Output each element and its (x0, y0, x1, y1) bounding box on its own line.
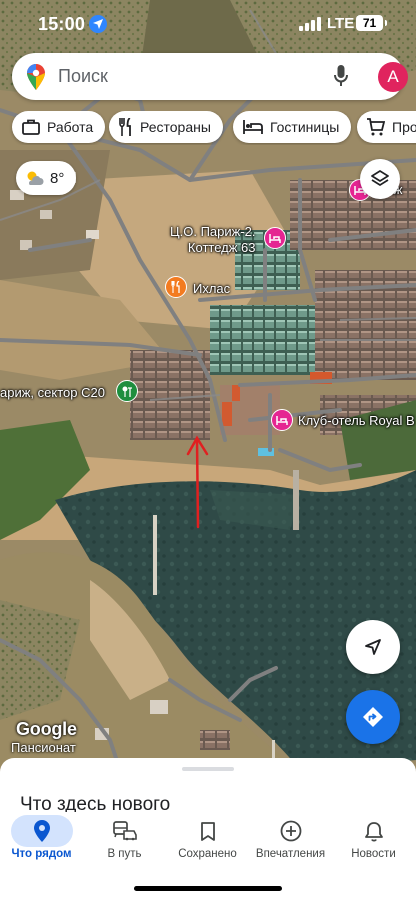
bookmark-icon (200, 821, 215, 841)
location-pin-icon (33, 820, 50, 842)
partly-cloudy-icon (27, 171, 44, 185)
hotel-pin-icon[interactable] (271, 409, 293, 431)
layers-button[interactable] (360, 159, 400, 199)
avatar[interactable]: A (378, 62, 408, 92)
bell-icon (364, 821, 383, 842)
nav-commute-label: В путь (107, 848, 142, 860)
nav-contribute-label: Впечатления (255, 848, 326, 860)
nav-saved[interactable]: Сохранено (166, 812, 249, 868)
weather-chip[interactable]: 8° (16, 161, 76, 195)
commute-icon (112, 821, 137, 841)
map-label-club-hotel: Клуб-отель Royal B (298, 413, 415, 428)
hotel-pin-icon[interactable] (264, 227, 286, 249)
map-label-paris-cottage: Ц.О. Париж-2. Коттедж 63 (170, 224, 256, 256)
home-indicator[interactable] (134, 886, 282, 891)
directions-icon (363, 707, 383, 727)
signal-icon (299, 17, 321, 31)
chip-groceries[interactable]: Продукты (357, 111, 416, 143)
search-input[interactable] (58, 61, 308, 91)
chip-hotels-label: Гостиницы (270, 119, 340, 135)
chip-restaurants[interactable]: Рестораны (109, 111, 223, 143)
nav-contribute[interactable]: Впечатления (249, 812, 332, 868)
map-label-paris-cottage-line2: Коттедж 63 (187, 240, 256, 255)
chip-restaurants-label: Рестораны (140, 119, 211, 135)
directions-button[interactable] (346, 690, 400, 744)
category-chips: Работа Рестораны Гостиницы Продукты (0, 111, 416, 145)
status-time: 15:00 (38, 14, 86, 34)
google-attribution: Google (16, 719, 77, 739)
briefcase-icon (22, 119, 40, 135)
cart-icon (367, 118, 385, 136)
park-pin-icon[interactable] (116, 380, 138, 402)
navigation-arrow-icon (365, 639, 381, 655)
maps-pin-logo-icon (27, 64, 45, 90)
chip-work[interactable]: Работа (12, 111, 106, 143)
chip-work-label: Работа (47, 119, 94, 135)
network-type: LTE (327, 15, 355, 32)
map-label-paris-cottage-line1: Ц.О. Париж-2. (170, 224, 256, 239)
mic-icon[interactable] (334, 65, 348, 87)
chip-hotels[interactable]: Гостиницы (233, 111, 352, 143)
nav-explore-label: Что рядом (11, 848, 72, 860)
map-label-ikhlas: Ихлас (193, 281, 231, 296)
nav-updates[interactable]: Новости (332, 812, 415, 868)
map-label-paris-sector: ариж, сектор С20 (0, 385, 105, 400)
chip-groceries-label: Продукты (392, 119, 416, 135)
nav-explore[interactable]: Что рядом (0, 812, 83, 868)
hotel-icon (243, 120, 263, 134)
nav-commute[interactable]: В путь (83, 812, 166, 868)
weather-temperature: 8° (50, 169, 65, 187)
map-label-pansionat: Пансионат (11, 740, 76, 755)
search-bar[interactable]: A (12, 53, 408, 100)
sheet-drag-handle[interactable] (182, 767, 234, 771)
nav-saved-label: Сохранено (178, 848, 237, 860)
restaurant-icon (119, 118, 133, 136)
status-bar: 15:00 LTE 71 (0, 0, 416, 48)
restaurant-pin-icon[interactable] (165, 276, 187, 298)
my-location-button[interactable] (346, 620, 400, 674)
battery-icon: 71 (356, 15, 387, 31)
add-circle-icon (280, 820, 301, 842)
layers-icon (371, 170, 389, 186)
location-arrow-icon (89, 15, 107, 33)
nav-updates-label: Новости (351, 848, 396, 860)
